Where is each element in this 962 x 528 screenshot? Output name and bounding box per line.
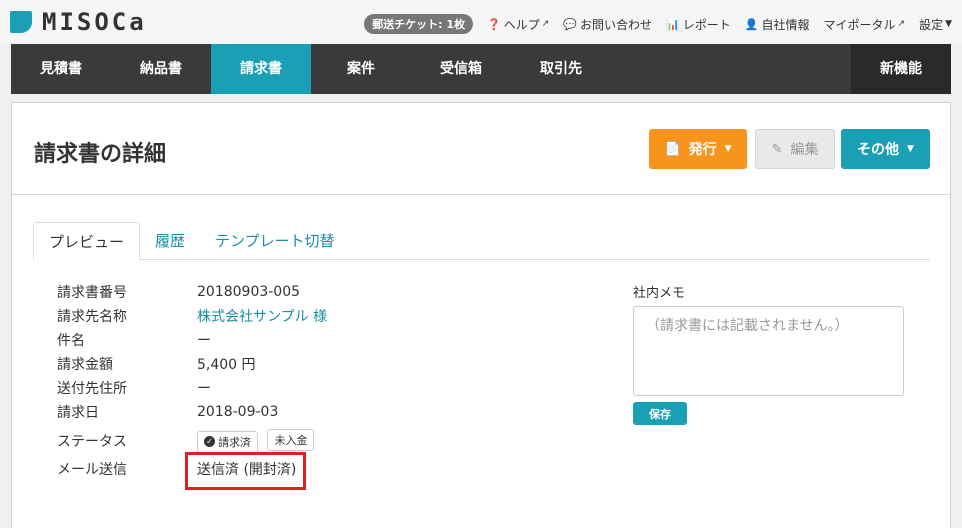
tab-bar: プレビュー 履歴 テンプレート切替 [33,222,930,260]
nav-new-features[interactable]: 新機能 [851,44,951,94]
contact-link[interactable]: 💬 お問い合わせ [563,16,652,33]
row-subject: 件名 ー [57,329,211,351]
nav-inbox[interactable]: 受信箱 [411,44,511,94]
subject-value: ー [197,333,211,349]
misoca-logo[interactable]: MISOCa [10,8,147,36]
highlight-box [185,452,306,490]
settings-menu[interactable]: 設定 ▼ [919,16,952,33]
document-icon: 📄 [664,141,681,157]
question-circle-icon: ❓ [487,17,501,31]
report-link[interactable]: 📊 レポート [666,16,731,33]
bar-chart-icon: 📊 [666,17,680,31]
issue-button[interactable]: 📄 発行 ▼ [649,129,747,169]
help-link[interactable]: ❓ ヘルプ ↗ [487,16,549,33]
tab-history[interactable]: 履歴 [155,222,185,260]
caret-down-icon: ▼ [945,19,952,29]
date-value: 2018-09-03 [197,404,279,420]
memo-textarea[interactable] [633,306,904,396]
client-link[interactable]: 株式会社サンプル 様 [197,306,327,326]
invoice-detail-panel: 請求書の詳細 📄 発行 ▼ ✎ 編集 その他 ▼ プレビュー 履歴 テンプレート… [11,102,951,528]
row-address: 送付先住所 ー [57,377,211,399]
row-date: 請求日 2018-09-03 [57,404,279,421]
other-button[interactable]: その他 ▼ [841,129,930,169]
nav-projects[interactable]: 案件 [311,44,411,94]
company-info-link[interactable]: 👤 自社情報 [745,16,810,33]
status-badge-unpaid: 未入金 [267,429,315,452]
address-value: ー [197,381,211,397]
user-icon: 👤 [744,17,759,31]
panel-header: 請求書の詳細 📄 発行 ▼ ✎ 編集 その他 ▼ [12,103,950,195]
nav-invoices[interactable]: 請求書 [211,44,311,94]
tab-preview[interactable]: プレビュー [33,222,140,260]
mail-ticket-badge: 郵送チケット: 1枚 [364,14,474,34]
pencil-icon: ✎ [771,141,783,157]
nav-delivery-notes[interactable]: 納品書 [111,44,211,94]
amount-value: 5,400 円 [197,357,256,373]
status-badge-invoiced: ✓ 請求済 [197,430,258,453]
save-button[interactable]: 保存 [633,402,687,425]
nav-clients[interactable]: 取引先 [511,44,611,94]
top-bar: MISOCa 郵送チケット: 1枚 ❓ ヘルプ ↗ 💬 お問い合わせ 📊 レポート 👤 自… [0,0,962,44]
row-client: 請求先名称 株式会社サンプル 様 [57,305,327,327]
logo-mark-icon [10,11,32,33]
nav-estimates[interactable]: 見積書 [11,44,111,94]
row-status: ステータス ✓ 請求済 未入金 [57,429,319,453]
caret-down-icon: ▼ [907,144,914,154]
caret-down-icon: ▼ [724,144,732,154]
edit-button[interactable]: ✎ 編集 [755,129,835,169]
external-link-icon: ↗ [897,19,906,29]
external-link-icon: ↗ [541,19,550,29]
my-portal-link[interactable]: マイポータル ↗ [824,16,906,33]
check-circle-icon: ✓ [204,436,215,448]
chat-bubble-icon: 💬 [563,17,578,31]
row-amount: 請求金額 5,400 円 [57,353,256,375]
logo-text: MISOCa [42,8,147,36]
row-invoice-no: 請求書番号 20180903-005 [57,284,301,301]
memo-label: 社内メモ [633,286,686,301]
tab-template-switch[interactable]: テンプレート切替 [215,222,335,260]
invoice-no-value: 20180903-005 [197,284,301,300]
main-nav: 見積書 納品書 請求書 案件 受信箱 取引先 新機能 [11,44,951,94]
top-links: 郵送チケット: 1枚 ❓ ヘルプ ↗ 💬 お問い合わせ 📊 レポート 👤 自社情報 マイポ… [364,14,952,34]
page-title: 請求書の詳細 [34,142,167,167]
